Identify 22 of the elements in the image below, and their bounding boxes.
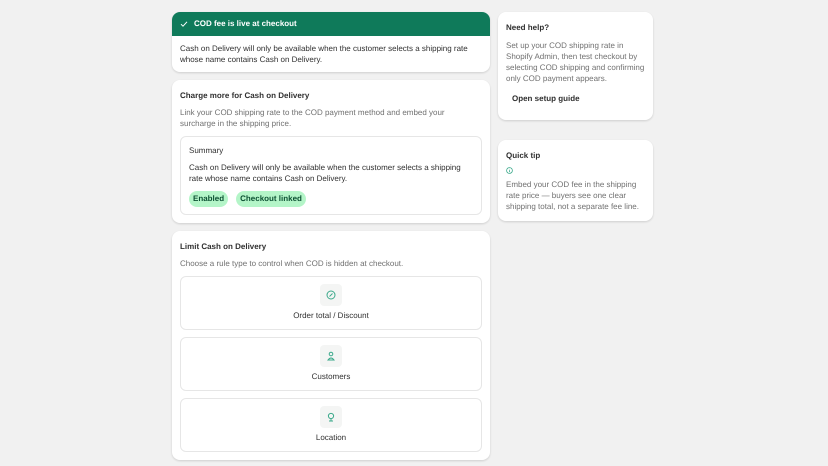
check-icon [180, 20, 188, 28]
help-text: Set up your COD shipping rate in Shopify Admin, then test checkout by selecting COD shipping and confirming only COD payment appears. [506, 40, 645, 84]
pin-icon [326, 412, 336, 422]
info-icon [506, 167, 513, 174]
card-title: Limit Cash on Delivery [180, 241, 268, 253]
tip-text: Embed your COD fee in the shipping rate price — buyers see one clear shipping total, not a separate fee line. [506, 179, 640, 212]
card-description: Choose a rule type to control when COD is hidden at checkout. [180, 258, 404, 269]
card-description: Link your COD shipping rate to the COD payment method and embed your surcharge in the shipping price. [180, 107, 446, 129]
summary-title: Summary [189, 145, 224, 157]
rule-option[interactable]: Location [180, 398, 482, 452]
banner-text: Cash on Delivery will only be available when the customer selects a shipping rate whose name contains Cash on Delivery. [179, 43, 469, 66]
card-title: Need help? [506, 22, 550, 34]
status-badge: Enabled [189, 191, 228, 207]
card-title: Charge more for Cash on Delivery [180, 90, 310, 102]
card-title: Quick tip [506, 150, 542, 162]
person-icon [326, 351, 336, 361]
setup-guide-link[interactable]: Open setup guide [506, 93, 586, 105]
banner-title: COD fee is live at checkout [194, 18, 297, 30]
rule-option[interactable]: Customers [180, 337, 482, 391]
rule-option[interactable]: Order total / Discount [180, 276, 482, 330]
summary-text: Cash on Delivery will only be available when the customer selects a shipping rate whose name contains Cash on Delivery. [189, 162, 462, 184]
status-badge: Checkout linked [236, 191, 306, 207]
